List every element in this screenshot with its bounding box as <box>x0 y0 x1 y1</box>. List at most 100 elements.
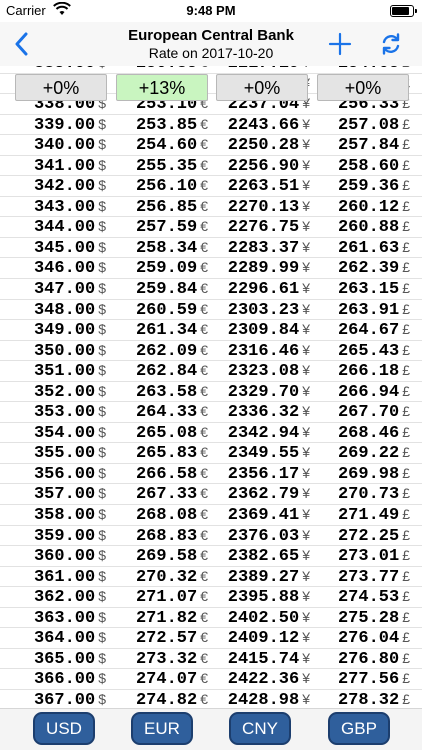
amount-value: 268.08 <box>135 506 198 526</box>
amount-value: 354.00 <box>33 423 96 443</box>
amount-cell: 2276.75 ¥ <box>228 218 310 237</box>
amount-cell: 2415.74 ¥ <box>228 650 310 669</box>
amount-cell: 356.00 $ <box>34 465 106 484</box>
amount-cell: 2395.88 ¥ <box>228 588 310 607</box>
amount-value: 273.32 <box>135 649 198 669</box>
percent-button-cny[interactable]: +0% <box>216 74 308 101</box>
amount-value: 350.00 <box>33 341 96 361</box>
amount-value: 344.00 <box>33 218 96 238</box>
amount-cell: 262.84 € <box>136 362 208 381</box>
currency-symbol: € <box>200 300 208 317</box>
amount-value: 263.15 <box>337 280 400 300</box>
amount-value: 356.00 <box>33 464 96 484</box>
amount-value: 367.00 <box>33 690 96 708</box>
amount-value: 348.00 <box>33 300 96 320</box>
currency-symbol: € <box>200 670 208 687</box>
amount-value: 273.01 <box>337 547 400 567</box>
amount-cell: 366.00 $ <box>34 670 106 689</box>
percent-button-eur[interactable]: +13% <box>116 74 208 101</box>
table-row: 366.00 $274.07 €2422.36 ¥277.56 £ <box>0 669 422 690</box>
amount-value: 339.00 <box>33 115 96 135</box>
currency-symbol: ¥ <box>302 156 310 173</box>
currency-symbol: ¥ <box>302 136 310 153</box>
amount-cell: 265.08 € <box>136 424 208 443</box>
amount-cell: 2422.36 ¥ <box>228 670 310 689</box>
currency-symbol: £ <box>402 218 410 235</box>
amount-cell: 363.00 $ <box>34 609 106 628</box>
currency-symbol: € <box>200 444 208 461</box>
amount-value: 267.33 <box>135 485 198 505</box>
amount-cell: 258.60 £ <box>338 157 410 176</box>
currency-symbol: € <box>200 321 208 338</box>
amount-value: 266.18 <box>337 362 400 382</box>
table-row: 358.00 $268.08 €2369.41 ¥271.49 £ <box>0 505 422 526</box>
currency-symbol: £ <box>402 341 410 358</box>
amount-value: 357.00 <box>33 485 96 505</box>
amount-cell: 257.59 € <box>136 218 208 237</box>
refresh-button[interactable] <box>376 30 406 58</box>
amount-value: 362.00 <box>33 588 96 608</box>
table-row: 350.00 $262.09 €2316.46 ¥265.43 £ <box>0 341 422 362</box>
table-row: 346.00 $259.09 €2289.99 ¥262.39 £ <box>0 258 422 280</box>
amount-cell: 259.36 £ <box>338 177 410 196</box>
amount-cell: 2389.27 ¥ <box>228 568 310 587</box>
currency-symbol: ¥ <box>302 506 310 523</box>
currency-symbol: ¥ <box>302 608 310 625</box>
currency-button-cny[interactable]: CNY <box>229 712 291 745</box>
currency-symbol: £ <box>402 115 410 132</box>
currency-button-usd[interactable]: USD <box>33 712 95 745</box>
currency-button-eur[interactable]: EUR <box>131 712 193 745</box>
currency-symbol: € <box>200 238 208 255</box>
amount-value: 271.07 <box>135 588 198 608</box>
currency-symbol: ¥ <box>302 567 310 584</box>
currency-symbol: $ <box>98 300 106 317</box>
amount-value: 269.98 <box>337 464 400 484</box>
amount-value: 262.09 <box>135 341 198 361</box>
currency-symbol: $ <box>98 670 106 687</box>
currency-symbol: $ <box>98 547 106 564</box>
amount-cell: 361.00 $ <box>34 568 106 587</box>
amount-cell: 262.39 £ <box>338 259 410 278</box>
amount-cell: 2342.94 ¥ <box>228 424 310 443</box>
percent-button-usd[interactable]: +0% <box>15 74 107 101</box>
amount-cell: 256.10 € <box>136 177 208 196</box>
amount-cell: 367.00 $ <box>34 691 106 708</box>
amount-value: 345.00 <box>33 238 96 258</box>
amount-value: 343.00 <box>33 197 96 217</box>
table-row: 343.00 $256.85 €2270.13 ¥260.12 £ <box>0 197 422 218</box>
currency-symbol: $ <box>98 341 106 358</box>
amount-cell: 271.07 € <box>136 588 208 607</box>
currency-symbol: $ <box>98 485 106 502</box>
status-bar: Carrier 9:48 PM <box>0 0 422 22</box>
currency-symbol: $ <box>98 115 106 132</box>
amount-cell: 273.77 £ <box>338 568 410 587</box>
amount-value: 268.46 <box>337 423 400 443</box>
clock: 9:48 PM <box>186 3 236 18</box>
currency-symbol: $ <box>98 259 106 276</box>
currency-symbol: € <box>200 136 208 153</box>
amount-value: 257.84 <box>337 136 400 156</box>
amount-cell: 2283.37 ¥ <box>228 239 310 258</box>
currency-symbol: $ <box>98 362 106 379</box>
amount-cell: 2296.61 ¥ <box>228 280 310 299</box>
percent-button-gbp[interactable]: +0% <box>317 74 409 101</box>
amount-cell: 2256.90 ¥ <box>228 157 310 176</box>
table-row: 367.00 $274.82 €2428.98 ¥278.32 £ <box>0 690 422 708</box>
currency-symbol: ¥ <box>302 690 310 707</box>
table-row: 340.00 $254.60 €2250.28 ¥257.84 £ <box>0 135 422 156</box>
amount-cell: 275.28 £ <box>338 609 410 628</box>
conversion-table[interactable]: 335.00$250.85€2217.19¥254.05£337.00$252.… <box>0 66 422 708</box>
amount-value: 2402.50 <box>227 608 300 628</box>
currency-button-gbp[interactable]: GBP <box>328 712 390 745</box>
amount-value: 351.00 <box>33 362 96 382</box>
amount-cell: 353.00 $ <box>34 403 106 422</box>
amount-value: 2369.41 <box>227 506 300 526</box>
amount-value: 268.83 <box>135 526 198 546</box>
add-button[interactable] <box>325 30 355 58</box>
currency-symbol: € <box>200 66 208 70</box>
currency-symbol: € <box>200 649 208 666</box>
amount-cell: 2309.84 ¥ <box>228 321 310 340</box>
amount-value: 361.00 <box>33 567 96 587</box>
nav-bar: European Central Bank Rate on 2017-10-20 <box>0 22 422 66</box>
amount-cell: 266.58 € <box>136 465 208 484</box>
